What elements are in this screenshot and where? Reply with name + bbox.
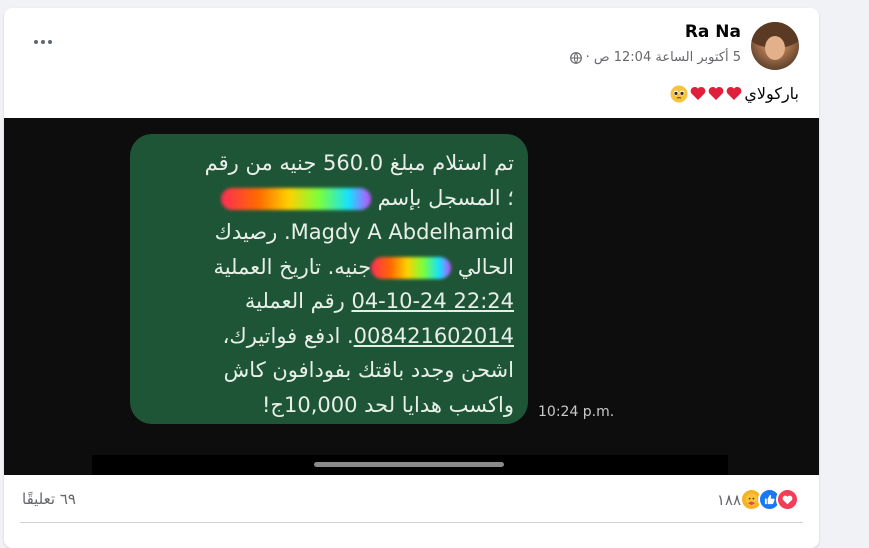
redacted-phone: [220, 187, 371, 210]
post-caption: باركولاي: [670, 84, 799, 103]
heart-emoji-icon: [727, 86, 742, 100]
sms-line: تم استلام مبلغ 560.0 جنيه من رقم: [204, 151, 514, 175]
caption-text: باركولاي: [744, 84, 799, 103]
sms-line: اشحن وجدد باقتك بفودافون كاش: [223, 358, 514, 382]
sms-line: Magdy A Abdelhamid. رصيدك: [214, 220, 514, 244]
post-card: Ra Na 5 أكتوبر الساعة 12:04 ص · باركولاي…: [4, 8, 819, 548]
sms-line: 008421602014. ادفع فواتيرك،: [222, 323, 514, 348]
globe-icon[interactable]: [569, 51, 582, 64]
redacted-balance: [371, 256, 452, 279]
sms-line: الحالي جنيه. تاريخ العملية: [213, 254, 514, 279]
heart-emoji-icon: [691, 86, 706, 100]
reactions-summary[interactable]: ١٨٨: [717, 488, 799, 511]
transaction-number[interactable]: 008421602014: [354, 324, 514, 348]
love-reaction-icon: [776, 488, 799, 511]
post-meta: 5 أكتوبر الساعة 12:04 ص ·: [569, 50, 741, 65]
heart-emoji-icon: [709, 86, 724, 100]
sms-line: ؛ المسجل بإسم: [134, 181, 514, 216]
author-name[interactable]: Ra Na: [685, 22, 741, 42]
post-header: Ra Na 5 أكتوبر الساعة 12:04 ص ·: [4, 8, 819, 78]
avatar[interactable]: [751, 22, 799, 70]
phone-nav-bar: [92, 455, 728, 475]
reaction-icons: [740, 488, 799, 511]
sms-line: واكسب هدايا لحد 10,000ج!: [262, 392, 514, 417]
sms-timestamp: 10:24 p.m.: [538, 404, 615, 420]
sms-line: 22:24 04-10-24 رقم العملية: [244, 289, 514, 313]
reaction-count[interactable]: ١٨٨: [717, 491, 741, 509]
sms-text: تم استلام مبلغ 560.0 جنيه من رقم ؛ المسج…: [134, 146, 514, 422]
post-timestamp[interactable]: 5 أكتوبر الساعة 12:04 ص ·: [586, 50, 741, 65]
post-footer: ٦٩ تعليقًا ١٨٨: [4, 478, 819, 528]
sms-bubble: تم استلام مبلغ 560.0 جنيه من رقم ؛ المسج…: [130, 134, 528, 424]
comment-count[interactable]: ٦٩ تعليقًا: [22, 490, 76, 508]
post-photo[interactable]: تم استلام مبلغ 560.0 جنيه من رقم ؛ المسج…: [4, 118, 819, 475]
home-handle: [314, 462, 504, 467]
pleading-face-emoji-icon: [670, 85, 688, 102]
footer-divider: [20, 522, 803, 523]
more-options-icon[interactable]: [28, 32, 58, 52]
transaction-datetime[interactable]: 22:24 04-10-24: [351, 289, 514, 313]
